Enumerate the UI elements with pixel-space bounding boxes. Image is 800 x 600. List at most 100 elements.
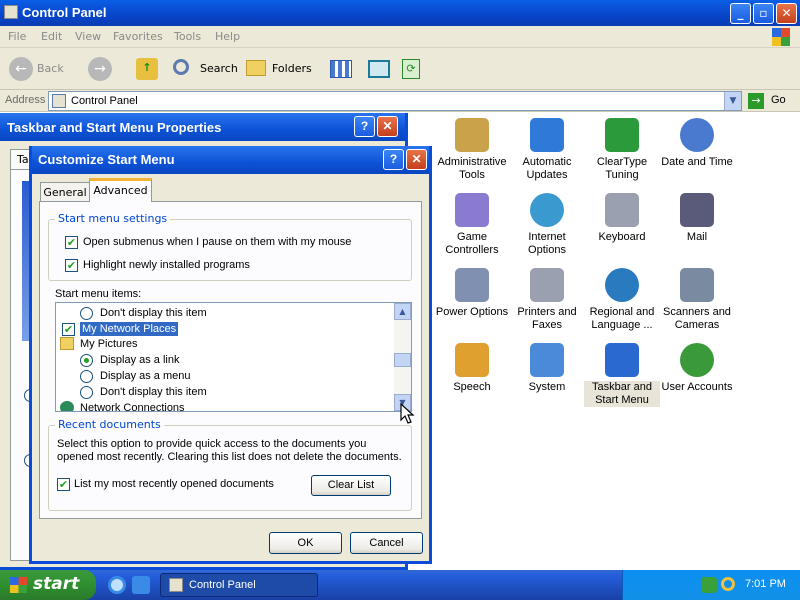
clear-list-button[interactable]: Clear List — [311, 475, 391, 496]
control-panel-small-icon — [52, 94, 66, 108]
windows-flag-icon — [10, 577, 27, 593]
speech-icon — [455, 343, 489, 377]
taskbar-properties-titlebar[interactable]: Taskbar and Start Menu Properties ? ✕ — [0, 113, 405, 141]
tab-advanced[interactable]: Advanced — [89, 178, 152, 202]
icon-speech[interactable]: Speech — [434, 343, 510, 394]
scroll-thumb[interactable] — [394, 353, 411, 367]
taskbar: start Control Panel 7:01 PM — [0, 570, 800, 600]
taskbar-properties-title: Taskbar and Start Menu Properties — [7, 120, 222, 135]
icon-label: Speech — [453, 381, 491, 393]
close-button[interactable]: ✕ — [377, 116, 398, 137]
taskbar-task-control-panel[interactable]: Control Panel — [160, 573, 318, 597]
printer-icon — [530, 268, 564, 302]
icon-cleartype-tuning[interactable]: ClearType Tuning — [584, 118, 660, 182]
close-button[interactable]: ✕ — [776, 3, 797, 24]
list-radio[interactable] — [80, 386, 93, 399]
close-button[interactable]: ✕ — [406, 149, 427, 170]
start-menu-items-list[interactable]: Don't display this item ✔ My Network Pla… — [55, 302, 412, 412]
menu-help[interactable]: Help — [215, 30, 240, 43]
network-tray-icon[interactable] — [701, 577, 717, 593]
list-item: My Pictures — [80, 338, 138, 350]
system-icon — [530, 343, 564, 377]
menu-favorites[interactable]: Favorites — [113, 30, 163, 43]
search-button[interactable]: Search — [170, 56, 238, 82]
customize-titlebar[interactable]: Customize Start Menu ? ✕ — [32, 146, 429, 174]
scroll-up-icon[interactable]: ▲ — [394, 303, 411, 320]
icon-scanners-and-cameras[interactable]: Scanners and Cameras — [659, 268, 735, 332]
clear-list-label: Clear List — [327, 479, 375, 491]
user-accounts-icon — [680, 343, 714, 377]
list-scrollbar[interactable]: ▲ ▼ — [394, 303, 411, 411]
menu-view[interactable]: View — [75, 30, 101, 43]
go-label: Go — [771, 94, 786, 106]
search-tray-icon[interactable] — [721, 577, 735, 591]
icon-mail[interactable]: Mail — [659, 193, 735, 244]
list-item: Don't display this item — [100, 386, 207, 398]
folders-button[interactable]: Folders — [244, 56, 314, 82]
move-to-icon[interactable] — [368, 60, 390, 78]
folder-icon — [246, 60, 266, 76]
menu-file[interactable]: File — [8, 30, 26, 43]
start-menu-settings-group: Start menu settings ✔ Open submenus when… — [48, 212, 412, 281]
minimize-button[interactable]: _ — [730, 3, 751, 24]
icon-internet-options[interactable]: Internet Options — [509, 193, 585, 257]
advanced-panel: Start menu settings ✔ Open submenus when… — [39, 201, 422, 519]
internet-explorer-icon[interactable] — [108, 576, 126, 594]
windows-logo-icon — [772, 28, 790, 46]
group-label: Recent documents — [55, 418, 164, 431]
tab-general[interactable]: General — [40, 182, 90, 201]
icon-administrative-tools[interactable]: Administrative Tools — [434, 118, 510, 182]
tab-advanced-label: Advanced — [93, 184, 148, 197]
list-item-selected[interactable]: My Network Places — [80, 322, 179, 336]
back-label: Back — [37, 62, 64, 75]
highlight-programs-checkbox[interactable]: ✔ — [65, 259, 78, 272]
forward-arrow-icon[interactable]: → — [88, 57, 112, 81]
icon-automatic-updates[interactable]: Automatic Updates — [509, 118, 585, 182]
window-titlebar[interactable]: Control Panel _ ▫ ✕ — [0, 0, 800, 26]
icon-taskbar-and-start-menu[interactable]: Taskbar and Start Menu — [584, 343, 660, 407]
list-recent-docs-checkbox[interactable]: ✔ — [57, 478, 70, 491]
icon-date-and-time[interactable]: Date and Time — [659, 118, 735, 169]
up-folder-icon[interactable]: ↑ — [136, 58, 158, 80]
address-field[interactable]: Control Panel ▼ — [48, 91, 742, 111]
maximize-button[interactable]: ▫ — [753, 3, 774, 24]
cancel-button[interactable]: Cancel — [350, 532, 423, 554]
start-button[interactable]: start — [0, 570, 96, 600]
game-controller-icon — [455, 193, 489, 227]
outlook-express-icon[interactable] — [132, 576, 150, 594]
help-button[interactable]: ? — [383, 149, 404, 170]
icon-power-options[interactable]: Power Options — [434, 268, 510, 319]
back-button[interactable]: ← Back — [6, 56, 86, 82]
icon-keyboard[interactable]: Keyboard — [584, 193, 660, 244]
list-radio[interactable] — [80, 370, 93, 383]
help-button[interactable]: ? — [354, 116, 375, 137]
tab-general-label: General — [43, 186, 87, 199]
clock[interactable]: 7:01 PM — [745, 578, 786, 590]
address-label: Address — [5, 94, 46, 106]
menu-tools[interactable]: Tools — [174, 30, 201, 43]
task-label: Control Panel — [189, 579, 256, 591]
refresh-icon[interactable]: ⟳ — [402, 59, 420, 79]
go-button[interactable]: → Go — [746, 92, 796, 110]
icon-user-accounts[interactable]: User Accounts — [659, 343, 735, 394]
icon-regional-and-language[interactable]: Regional and Language ... — [584, 268, 660, 332]
administrative-tools-icon — [455, 118, 489, 152]
list-checkbox[interactable]: ✔ — [62, 323, 75, 336]
open-submenus-checkbox[interactable]: ✔ — [65, 236, 78, 249]
views-icon[interactable] — [330, 60, 352, 78]
icon-printers-and-faxes[interactable]: Printers and Faxes — [509, 268, 585, 332]
list-radio-selected[interactable] — [80, 354, 93, 367]
icon-game-controllers[interactable]: Game Controllers — [434, 193, 510, 257]
system-tray: 7:01 PM — [622, 570, 800, 600]
icon-system[interactable]: System — [509, 343, 585, 394]
icon-label: Administrative Tools — [437, 156, 507, 181]
address-dropdown-icon[interactable]: ▼ — [724, 92, 741, 110]
tab-stub-label: Ta — [17, 153, 29, 166]
menu-edit[interactable]: Edit — [41, 30, 62, 43]
icon-label: Regional and Language ... — [589, 306, 655, 331]
customize-title: Customize Start Menu — [38, 152, 175, 167]
ok-button[interactable]: OK — [269, 532, 342, 554]
cancel-label: Cancel — [369, 537, 404, 549]
control-panel-icon — [4, 5, 18, 19]
list-radio[interactable] — [80, 307, 93, 320]
